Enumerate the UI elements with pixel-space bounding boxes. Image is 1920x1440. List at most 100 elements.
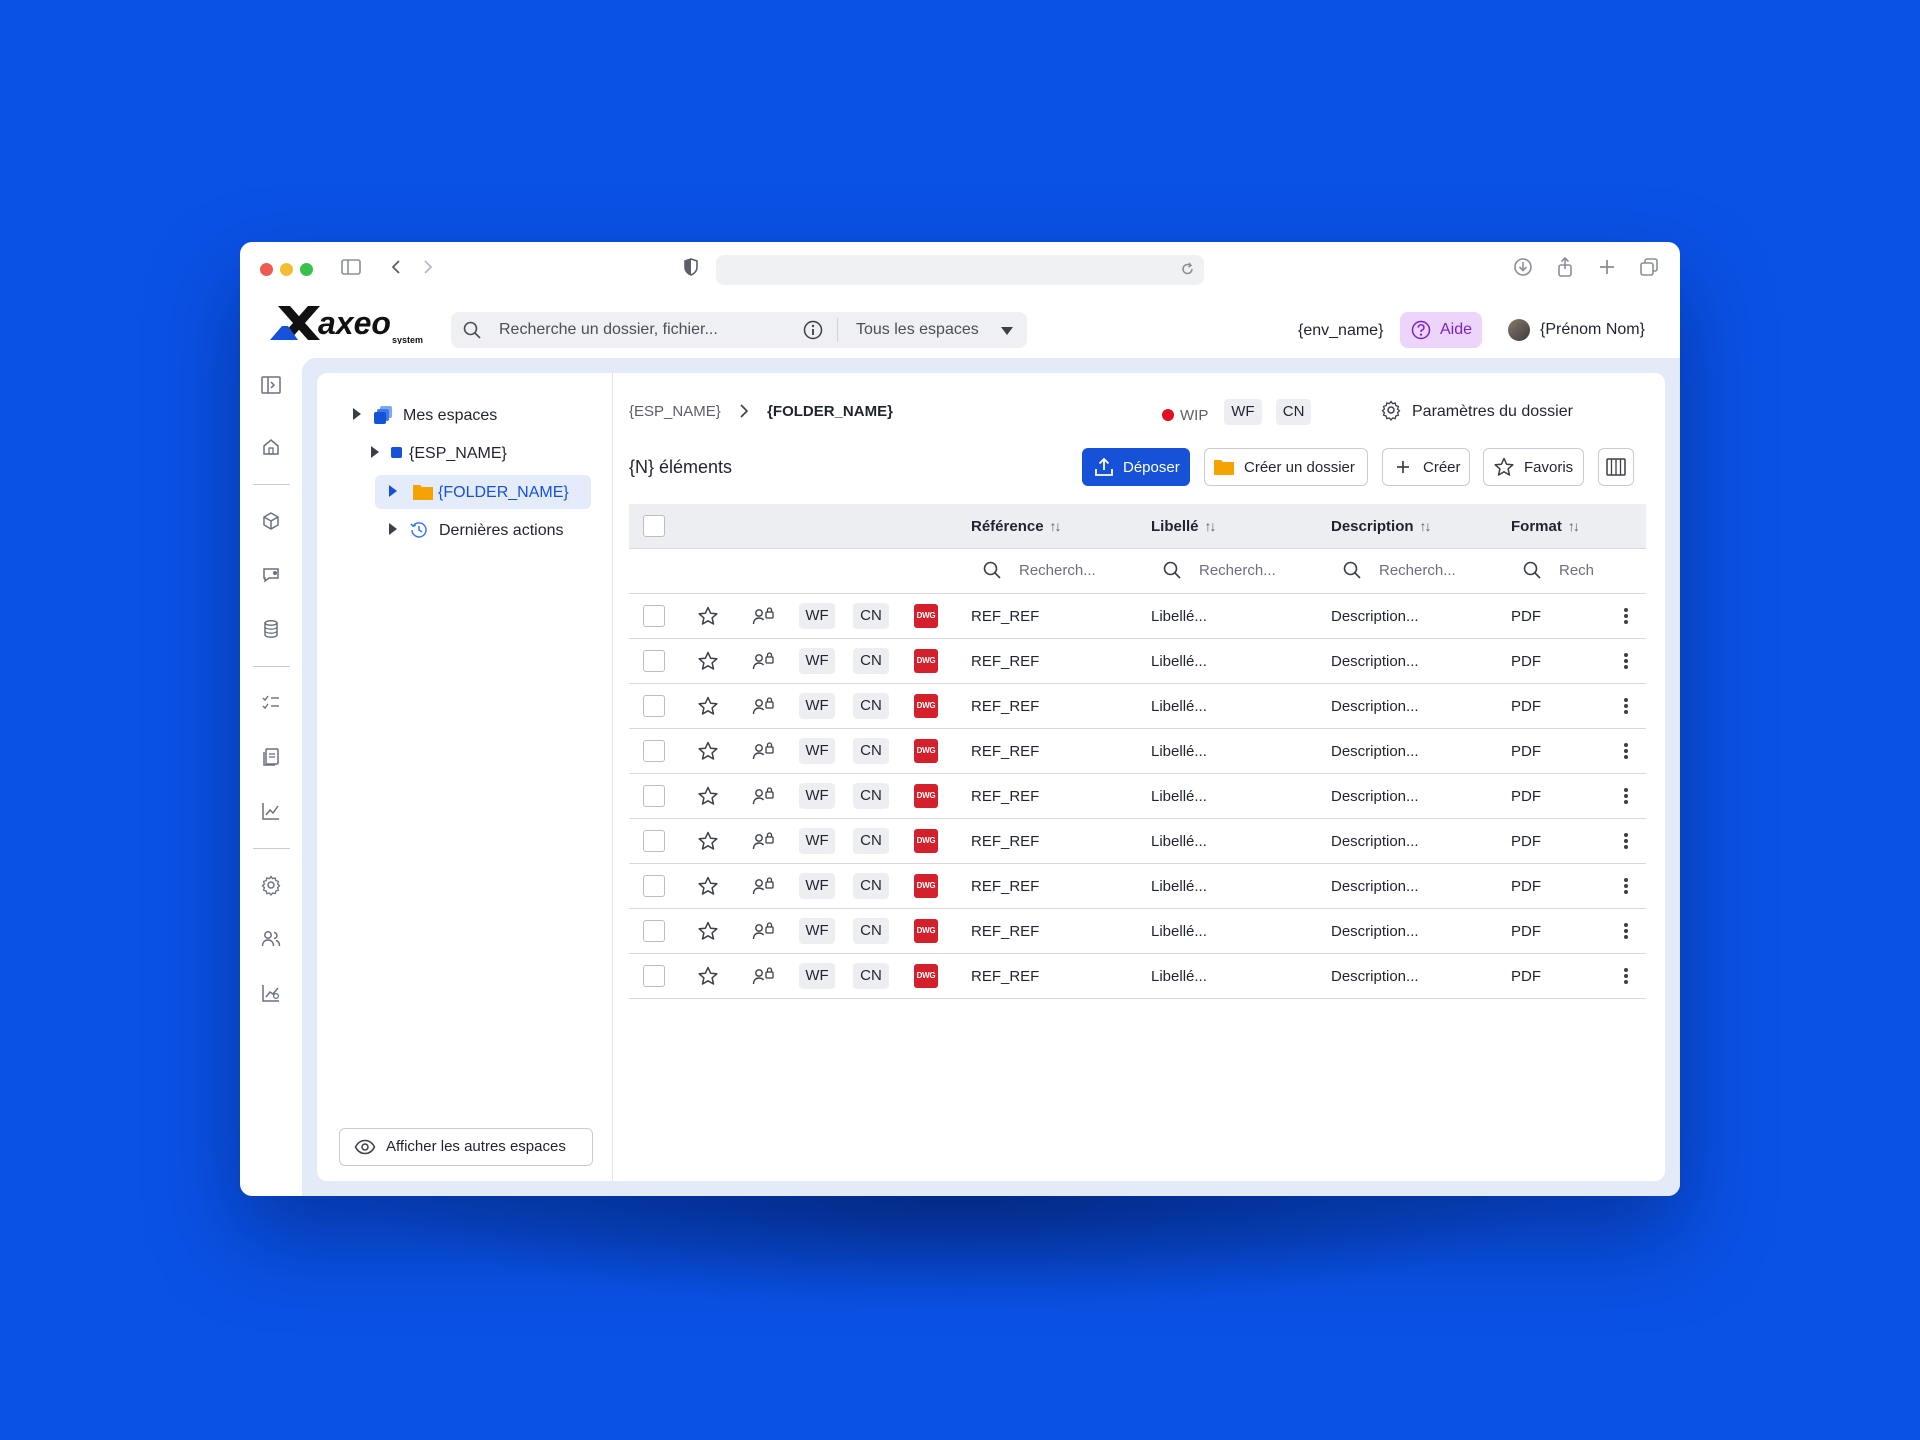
favorite-star-icon[interactable]: [697, 965, 719, 987]
tree-node-folder-selected[interactable]: {FOLDER_NAME}: [375, 475, 591, 509]
row-menu-icon[interactable]: [1623, 606, 1629, 626]
cell-reference[interactable]: REF_REF: [971, 608, 1039, 625]
user-lock-icon[interactable]: [751, 650, 775, 672]
upload-button[interactable]: Déposer: [1082, 448, 1190, 486]
row-menu-icon[interactable]: [1623, 831, 1629, 851]
favorite-star-icon[interactable]: [697, 830, 719, 852]
filter-description-input[interactable]: Recherch...: [1341, 559, 1501, 583]
chat-icon[interactable]: [260, 564, 282, 586]
user-lock-icon[interactable]: [751, 605, 775, 627]
row-menu-icon[interactable]: [1623, 876, 1629, 896]
row-checkbox[interactable]: [643, 965, 665, 987]
tree-node-space[interactable]: {ESP_NAME}: [365, 437, 595, 469]
sort-icon[interactable]: ↑↓: [1050, 518, 1062, 534]
info-icon[interactable]: [802, 319, 824, 341]
cell-reference[interactable]: REF_REF: [971, 653, 1039, 670]
table-row[interactable]: WF CN DWG REF_REF Libellé... Description... PD…: [629, 909, 1646, 954]
breadcrumb-space[interactable]: {ESP_NAME}: [629, 403, 721, 420]
search-scope-select[interactable]: Tous les espaces: [856, 321, 979, 339]
cell-reference[interactable]: REF_REF: [971, 833, 1039, 850]
search-input[interactable]: Recherche un dossier, fichier...: [499, 321, 718, 339]
user-lock-icon[interactable]: [751, 875, 775, 897]
collapse-panel-icon[interactable]: [260, 374, 282, 396]
row-checkbox[interactable]: [643, 830, 665, 852]
gear-icon[interactable]: [260, 874, 282, 896]
column-header-description[interactable]: Description ↑↓: [1331, 518, 1432, 535]
row-checkbox[interactable]: [643, 695, 665, 717]
column-header-format[interactable]: Format ↑↓: [1511, 518, 1580, 535]
favorite-star-icon[interactable]: [697, 605, 719, 627]
show-other-spaces-button[interactable]: Afficher les autres espaces: [339, 1128, 593, 1166]
row-menu-icon[interactable]: [1623, 921, 1629, 941]
filter-reference-input[interactable]: Recherch...: [981, 559, 1141, 583]
row-menu-icon[interactable]: [1623, 966, 1629, 986]
filter-format-input[interactable]: Rech: [1521, 559, 1601, 583]
zoom-window-button[interactable]: [300, 263, 313, 276]
share-icon[interactable]: [1554, 256, 1576, 278]
table-row[interactable]: WF CN DWG REF_REF Libellé... Description... PD…: [629, 819, 1646, 864]
database-icon[interactable]: [260, 618, 282, 640]
row-checkbox[interactable]: [643, 650, 665, 672]
favorites-button[interactable]: Favoris: [1483, 448, 1584, 486]
table-row[interactable]: WF CN DWG REF_REF Libellé... Description... PD…: [629, 639, 1646, 684]
new-tab-icon[interactable]: [1596, 256, 1618, 278]
row-menu-icon[interactable]: [1623, 651, 1629, 671]
user-lock-icon[interactable]: [751, 920, 775, 942]
user-lock-icon[interactable]: [751, 785, 775, 807]
close-window-button[interactable]: [260, 263, 273, 276]
documents-icon[interactable]: [260, 746, 282, 768]
create-folder-button[interactable]: Créer un dossier: [1204, 448, 1368, 486]
tree-node-recent-actions[interactable]: Dernières actions: [383, 514, 593, 546]
columns-toggle-button[interactable]: [1598, 448, 1634, 486]
favorite-star-icon[interactable]: [697, 920, 719, 942]
table-row[interactable]: WF CN DWG REF_REF Libellé... Description... PD…: [629, 594, 1646, 639]
forward-icon[interactable]: [420, 256, 436, 278]
sort-icon[interactable]: ↑↓: [1420, 518, 1432, 534]
address-bar[interactable]: [716, 255, 1204, 285]
favorite-star-icon[interactable]: [697, 740, 719, 762]
expand-caret-icon[interactable]: [371, 446, 379, 458]
favorite-star-icon[interactable]: [697, 650, 719, 672]
cell-reference[interactable]: REF_REF: [971, 923, 1039, 940]
chart-icon[interactable]: [260, 800, 282, 822]
favorite-star-icon[interactable]: [697, 695, 719, 717]
home-icon[interactable]: [260, 436, 282, 458]
row-checkbox[interactable]: [643, 740, 665, 762]
row-menu-icon[interactable]: [1623, 741, 1629, 761]
cube-icon[interactable]: [260, 510, 282, 532]
row-checkbox[interactable]: [643, 920, 665, 942]
table-row[interactable]: WF CN DWG REF_REF Libellé... Description... PD…: [629, 864, 1646, 909]
favorite-star-icon[interactable]: [697, 875, 719, 897]
reload-icon[interactable]: [1180, 259, 1196, 279]
tabs-overview-icon[interactable]: [1638, 256, 1660, 278]
users-icon[interactable]: [260, 928, 282, 950]
table-row[interactable]: WF CN DWG REF_REF Libellé... Description... PD…: [629, 774, 1646, 819]
cell-reference[interactable]: REF_REF: [971, 968, 1039, 985]
analytics-icon[interactable]: [260, 982, 282, 1004]
row-menu-icon[interactable]: [1623, 696, 1629, 716]
table-row[interactable]: WF CN DWG REF_REF Libellé... Description... PD…: [629, 729, 1646, 774]
row-checkbox[interactable]: [643, 605, 665, 627]
row-menu-icon[interactable]: [1623, 786, 1629, 806]
sidebar-toggle-icon[interactable]: [340, 256, 362, 278]
user-lock-icon[interactable]: [751, 830, 775, 852]
column-header-label[interactable]: Libellé ↑↓: [1151, 518, 1217, 535]
expand-caret-icon[interactable]: [389, 485, 397, 497]
column-header-reference[interactable]: Référence ↑↓: [971, 518, 1062, 535]
cell-reference[interactable]: REF_REF: [971, 788, 1039, 805]
user-lock-icon[interactable]: [751, 965, 775, 987]
row-checkbox[interactable]: [643, 785, 665, 807]
minimize-window-button[interactable]: [280, 263, 293, 276]
create-button[interactable]: Créer: [1382, 448, 1470, 486]
filter-label-input[interactable]: Recherch...: [1161, 559, 1321, 583]
table-row[interactable]: WF CN DWG REF_REF Libellé... Description... PD…: [629, 954, 1646, 999]
sort-icon[interactable]: ↑↓: [1568, 518, 1580, 534]
help-button[interactable]: Aide: [1400, 312, 1482, 348]
table-row[interactable]: WF CN DWG REF_REF Libellé... Description... PD…: [629, 684, 1646, 729]
chevron-down-icon[interactable]: [1000, 326, 1014, 336]
cell-reference[interactable]: REF_REF: [971, 743, 1039, 760]
favorite-star-icon[interactable]: [697, 785, 719, 807]
tree-node-my-spaces[interactable]: Mes espaces: [347, 399, 587, 431]
expand-caret-icon[interactable]: [389, 523, 397, 535]
select-all-checkbox[interactable]: [643, 515, 665, 537]
